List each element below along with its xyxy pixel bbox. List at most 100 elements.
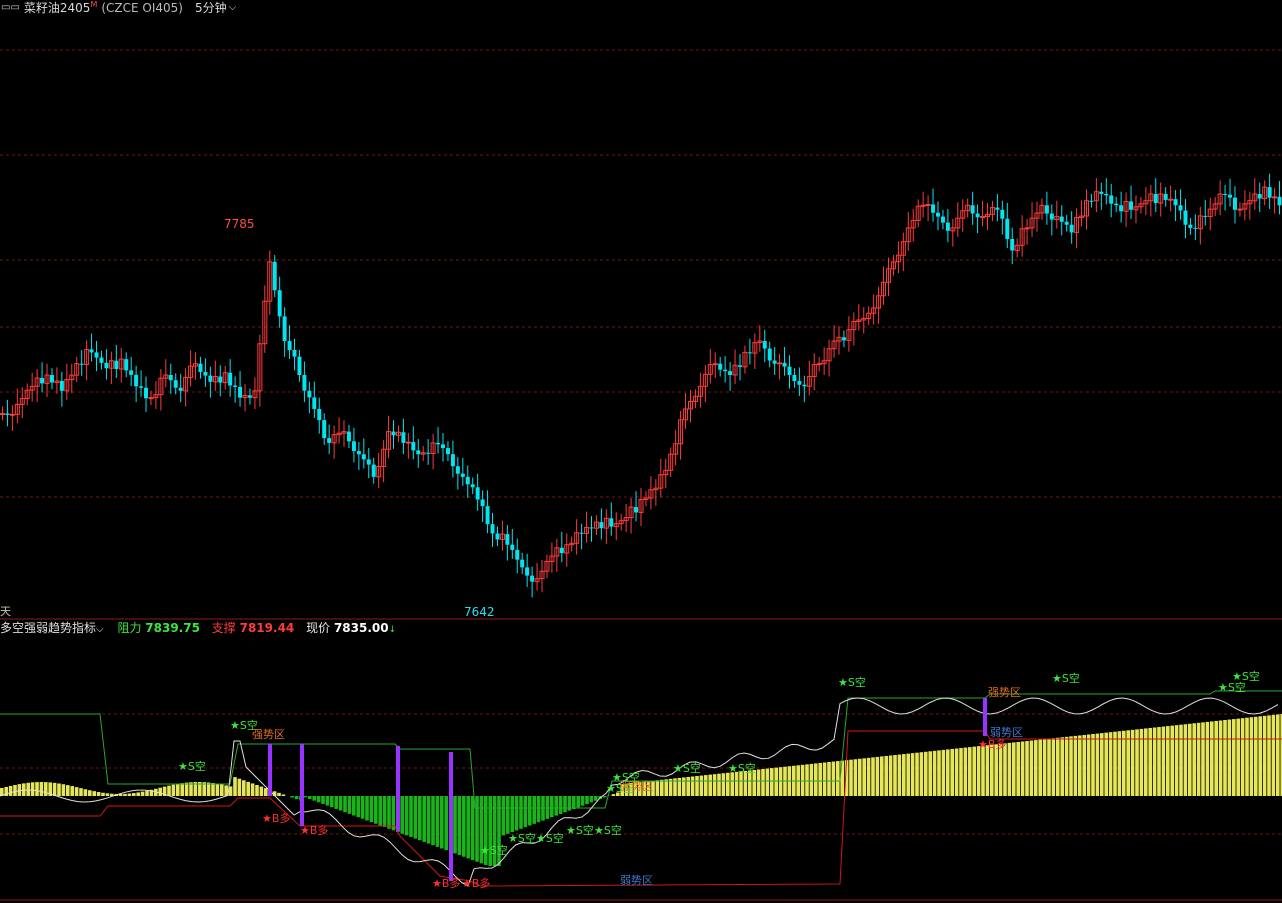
bull-bar xyxy=(44,782,48,796)
bull-bar xyxy=(1126,730,1130,796)
bull-bar xyxy=(259,786,264,796)
sell-signal-label: ★S空 xyxy=(178,759,206,773)
bear-bar xyxy=(475,796,479,862)
candle-body xyxy=(1114,203,1119,206)
buy-signal-label: ★B多 xyxy=(978,737,1006,751)
candle-body xyxy=(173,380,178,388)
bear-bar xyxy=(334,796,338,809)
bull-bar xyxy=(976,746,981,796)
candle-body xyxy=(9,413,15,416)
bull-bar xyxy=(805,764,809,796)
bull-bar xyxy=(281,794,286,796)
bear-bar xyxy=(369,796,374,823)
bull-bar xyxy=(831,761,836,796)
candle-body xyxy=(139,386,144,388)
bull-bar xyxy=(1100,733,1104,796)
price-label: 现价 xyxy=(306,621,331,635)
candle-body xyxy=(1223,193,1228,195)
indicator-name[interactable]: 多空强弱趋势指标 xyxy=(0,620,96,636)
bear-bar xyxy=(290,796,294,798)
bull-bar xyxy=(1122,730,1126,796)
bull-bar xyxy=(1196,722,1201,796)
bull-bar xyxy=(184,782,189,796)
candle-body xyxy=(470,484,475,488)
high-price-label: 7785 xyxy=(224,217,255,231)
candle-body xyxy=(465,476,470,485)
candle-body xyxy=(802,384,807,387)
candle-body xyxy=(940,216,945,223)
bull-bar xyxy=(994,744,998,796)
bear-bar xyxy=(303,796,308,798)
candle-body xyxy=(931,204,936,213)
bull-bar xyxy=(1218,720,1223,796)
bull-bar xyxy=(57,783,61,796)
candle-body xyxy=(1188,224,1193,228)
bear-bar xyxy=(338,796,343,811)
bull-bar xyxy=(1034,740,1038,796)
candle-body xyxy=(79,363,84,365)
bull-bar xyxy=(92,791,96,796)
candle-body xyxy=(247,395,252,398)
bear-bar xyxy=(580,796,585,806)
candle-body xyxy=(1178,205,1183,211)
bull-bar xyxy=(1161,726,1166,796)
bull-bar xyxy=(74,787,79,796)
bull-bar xyxy=(1042,739,1047,796)
bull-bar xyxy=(985,745,990,796)
candle-body xyxy=(233,385,238,387)
candle-body xyxy=(777,362,783,365)
candle-body xyxy=(712,363,718,366)
resistance-label: 阻力 xyxy=(117,621,142,635)
bull-bar xyxy=(827,762,831,796)
bull-bar xyxy=(1157,727,1161,796)
bear-bar xyxy=(457,796,462,856)
bull-bar xyxy=(1227,719,1232,796)
indicator-chart[interactable]: ★S空★S空★S空 ★S空 ★S空★S空★S空 ★S空★S空★S空★S空★S空 ★S空★… xyxy=(0,636,1282,903)
bull-bar xyxy=(237,778,242,796)
candle-body xyxy=(114,360,119,370)
candles xyxy=(0,173,1282,598)
bull-bar xyxy=(717,773,721,796)
bear-bar xyxy=(426,796,431,844)
candle-body xyxy=(218,376,223,383)
sell-signal-label: ★S空 xyxy=(1218,680,1246,694)
bull-bar xyxy=(1051,738,1056,796)
signal-bar xyxy=(268,744,272,796)
bear-bar xyxy=(576,796,580,808)
bull-bar xyxy=(39,782,44,796)
candle-body xyxy=(599,522,604,529)
candle-body xyxy=(980,216,986,219)
strong-zone-label: 强势区 xyxy=(252,728,285,741)
candle-body xyxy=(1203,215,1208,217)
resistance-value: 7839.75 xyxy=(145,621,200,635)
bull-bar xyxy=(959,748,963,796)
bear-bar xyxy=(294,796,299,800)
price-value: 7835.00 xyxy=(333,621,389,635)
bull-bar xyxy=(734,771,739,796)
bull-bar xyxy=(1016,741,1020,796)
bull-bar xyxy=(255,785,259,796)
bear-bar xyxy=(418,796,422,841)
bull-bar xyxy=(915,752,919,796)
bear-bar xyxy=(470,796,475,861)
candle-body xyxy=(317,408,322,421)
bear-bar xyxy=(360,796,365,819)
candle-body xyxy=(361,454,366,460)
bull-bar xyxy=(211,783,215,796)
bull-bar xyxy=(1012,742,1016,796)
candle-body xyxy=(198,363,203,372)
candle-body xyxy=(346,431,351,442)
bull-bar xyxy=(1078,735,1082,796)
candle-body xyxy=(297,356,302,375)
candle-body xyxy=(1104,193,1109,196)
bull-bar xyxy=(897,754,902,796)
bull-bar xyxy=(1073,735,1078,796)
bull-bar xyxy=(215,783,220,796)
bull-bar xyxy=(1232,719,1236,796)
candle-body xyxy=(40,378,45,384)
bull-bar xyxy=(17,784,22,796)
bear-bar xyxy=(431,796,435,846)
bull-bar xyxy=(127,793,132,796)
candlestick-chart[interactable]: 7785 7642 xyxy=(0,0,1282,620)
candle-body xyxy=(129,370,134,375)
